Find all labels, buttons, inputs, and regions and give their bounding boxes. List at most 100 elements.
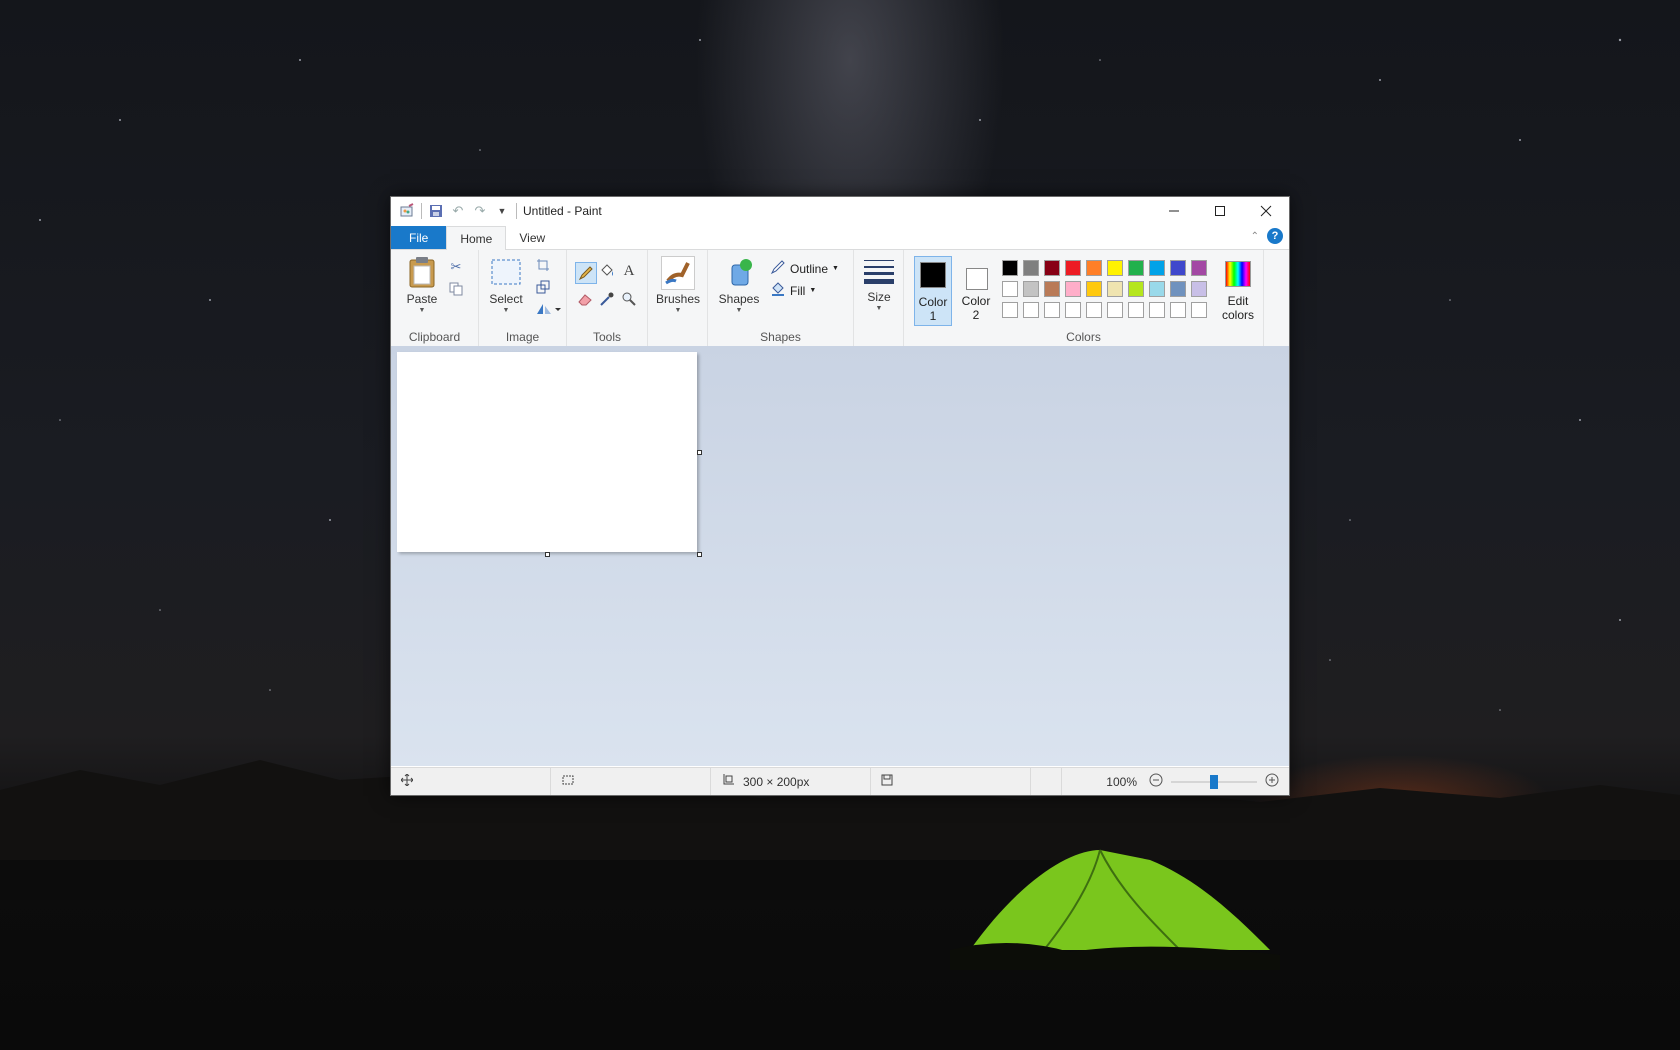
help-icon[interactable]: ? xyxy=(1267,228,1283,244)
palette-swatch[interactable] xyxy=(1023,302,1039,318)
eraser-icon[interactable] xyxy=(576,290,594,308)
palette-swatch[interactable] xyxy=(1149,302,1165,318)
zoom-in-button[interactable] xyxy=(1265,773,1279,790)
chevron-down-icon: ▼ xyxy=(418,307,426,314)
color-spectrum-icon xyxy=(1225,261,1251,287)
palette-swatch[interactable] xyxy=(1086,281,1102,297)
color1-label: Color xyxy=(918,295,948,309)
fill-bucket-icon xyxy=(770,281,786,300)
palette-swatch[interactable] xyxy=(1023,260,1039,276)
resize-handle-right[interactable] xyxy=(697,450,702,455)
status-bar: 300 × 200px 100% xyxy=(391,767,1289,795)
palette-swatch[interactable] xyxy=(1002,302,1018,318)
palette-swatch[interactable] xyxy=(1065,281,1081,297)
palette-swatch[interactable] xyxy=(1191,260,1207,276)
size-label: Size xyxy=(867,290,891,304)
zoom-slider[interactable] xyxy=(1171,774,1257,789)
palette-swatch[interactable] xyxy=(1107,260,1123,276)
tab-view[interactable]: View xyxy=(506,226,558,249)
minimize-button[interactable] xyxy=(1151,197,1197,225)
qat-separator xyxy=(421,203,422,219)
palette-swatch[interactable] xyxy=(1044,302,1060,318)
shapes-icon xyxy=(723,256,755,288)
palette-swatch[interactable] xyxy=(1191,302,1207,318)
collapse-ribbon-icon[interactable]: ⌃ xyxy=(1251,231,1259,242)
selection-size-section xyxy=(551,768,711,795)
tab-home[interactable]: Home xyxy=(446,226,507,250)
palette-swatch[interactable] xyxy=(1191,281,1207,297)
paint-app-icon[interactable] xyxy=(399,203,415,219)
crop-icon[interactable] xyxy=(534,256,552,274)
palette-swatch[interactable] xyxy=(1128,260,1144,276)
tools-group: A Tools xyxy=(567,250,648,346)
copy-icon[interactable] xyxy=(447,280,465,298)
zoom-slider-thumb[interactable] xyxy=(1210,774,1218,789)
paint-window: ↶ ↷ ▼ Untitled - Paint File Home View ⌃ … xyxy=(390,196,1290,796)
cut-icon[interactable]: ✂ xyxy=(447,258,465,276)
palette-swatch[interactable] xyxy=(1002,260,1018,276)
palette-swatch[interactable] xyxy=(1107,281,1123,297)
palette-swatch[interactable] xyxy=(1128,281,1144,297)
fill-button[interactable]: Fill ▼ xyxy=(770,281,816,300)
outline-button[interactable]: Outline ▼ xyxy=(770,259,839,278)
resize-icon[interactable] xyxy=(534,278,552,296)
palette-swatch[interactable] xyxy=(1128,302,1144,318)
chevron-down-icon: ▼ xyxy=(875,305,883,312)
brushes-button[interactable]: Brushes ▼ xyxy=(654,256,702,314)
palette-swatch[interactable] xyxy=(1065,302,1081,318)
qat-separator xyxy=(516,203,517,219)
palette-swatch[interactable] xyxy=(1149,281,1165,297)
palette-swatch[interactable] xyxy=(1002,281,1018,297)
select-button[interactable]: Select ▼ xyxy=(483,256,529,314)
maximize-button[interactable] xyxy=(1197,197,1243,225)
chevron-down-icon: ▼ xyxy=(832,265,839,272)
clipboard-group: Paste ▼ ✂ Clipboard xyxy=(391,250,479,346)
customize-dropdown-icon[interactable]: ▼ xyxy=(494,203,510,219)
save-icon[interactable] xyxy=(428,203,444,219)
palette-swatch[interactable] xyxy=(1044,260,1060,276)
ribbon-tabs: File Home View ⌃ ? xyxy=(391,225,1289,250)
redo-icon[interactable]: ↷ xyxy=(472,203,488,219)
resize-handle-bottom[interactable] xyxy=(545,552,550,557)
palette-swatch[interactable] xyxy=(1107,302,1123,318)
color2-label: Color xyxy=(961,294,991,308)
palette-swatch[interactable] xyxy=(1086,302,1102,318)
color1-swatch xyxy=(920,262,946,288)
text-tool-icon[interactable]: A xyxy=(620,262,638,280)
color-picker-icon[interactable] xyxy=(598,290,616,308)
edit-colors-button[interactable]: Edit colors xyxy=(1216,256,1260,326)
palette-swatch[interactable] xyxy=(1086,260,1102,276)
outline-pencil-icon xyxy=(770,259,786,278)
zoom-out-button[interactable] xyxy=(1149,773,1163,790)
resize-handle-corner[interactable] xyxy=(697,552,702,557)
fill-bucket-icon[interactable] xyxy=(598,262,616,280)
palette-swatch[interactable] xyxy=(1065,260,1081,276)
close-button[interactable] xyxy=(1243,197,1289,225)
color-palette xyxy=(1002,260,1212,322)
undo-icon[interactable]: ↶ xyxy=(450,203,466,219)
image-group: Select ▼ Image xyxy=(479,250,567,346)
edit-colors-label-2: colors xyxy=(1221,308,1254,322)
tab-file[interactable]: File xyxy=(391,226,447,249)
palette-swatch[interactable] xyxy=(1023,281,1039,297)
brush-icon xyxy=(661,256,695,290)
rotate-icon[interactable] xyxy=(534,300,562,318)
palette-swatch[interactable] xyxy=(1149,260,1165,276)
color1-button[interactable]: Color 1 xyxy=(914,256,952,326)
canvas-workspace[interactable] xyxy=(391,346,1289,766)
color2-button[interactable]: Color 2 xyxy=(956,256,996,326)
palette-swatch[interactable] xyxy=(1170,260,1186,276)
pencil-icon[interactable] xyxy=(575,262,597,284)
paste-button[interactable]: Paste ▼ xyxy=(399,256,445,314)
selection-size-icon xyxy=(561,774,575,789)
magnifier-icon[interactable] xyxy=(620,290,638,308)
colors-group: Color 1 Color 2 Edit colors Colors xyxy=(904,250,1264,346)
cursor-position-icon xyxy=(400,773,414,789)
palette-swatch[interactable] xyxy=(1044,281,1060,297)
drawing-canvas[interactable] xyxy=(397,352,697,552)
palette-swatch[interactable] xyxy=(1170,302,1186,318)
shapes-button[interactable]: Shapes ▼ xyxy=(716,256,762,314)
palette-swatch[interactable] xyxy=(1170,281,1186,297)
image-group-label: Image xyxy=(505,330,540,344)
size-button[interactable]: Size ▼ xyxy=(860,256,898,312)
